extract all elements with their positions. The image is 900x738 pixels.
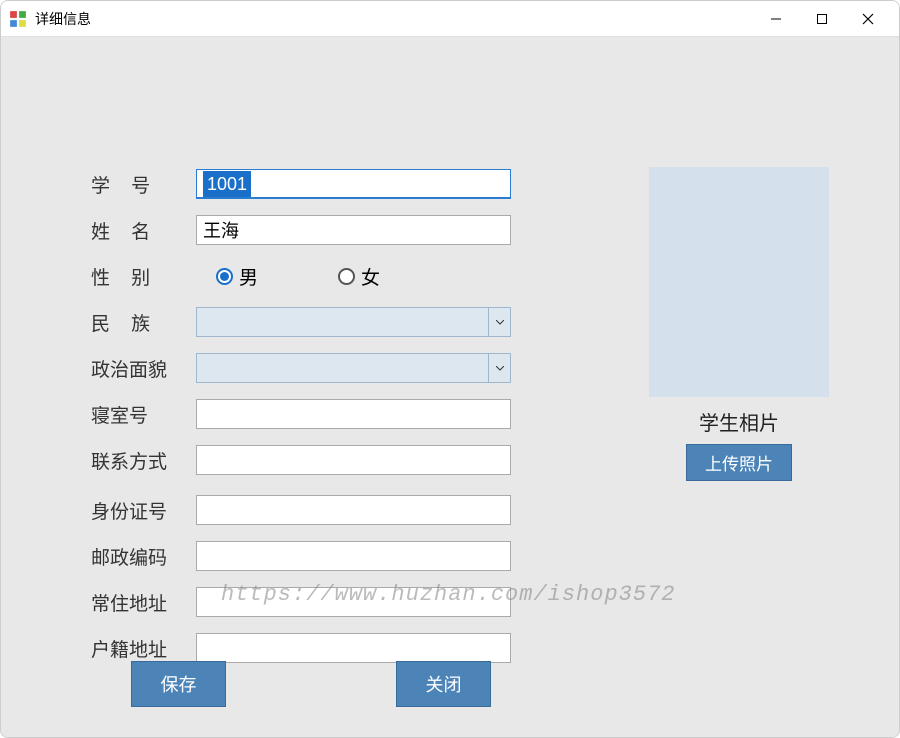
student-id-input[interactable]: 1001 [196,169,511,199]
row-contact: 联系方式 [91,443,511,477]
row-id-card: 身份证号 [91,493,511,527]
row-student-id: 学 号 1001 [91,167,511,201]
gender-male-radio[interactable]: 男 [216,263,258,290]
window-controls [753,3,891,35]
chevron-down-icon [488,308,510,336]
close-button[interactable]: 关闭 [396,661,491,707]
political-select[interactable] [196,353,511,383]
label-address: 常住地址 [91,589,196,616]
label-household: 户籍地址 [91,635,196,662]
photo-placeholder [649,167,829,397]
label-student-id: 学 号 [91,171,196,198]
form-container: 学 号 1001 姓 名 性 别 男 [91,167,511,677]
save-button[interactable]: 保存 [131,661,226,707]
label-postal: 邮政编码 [91,543,196,570]
photo-panel: 学生相片 上传照片 [649,167,829,481]
label-gender: 性 别 [91,263,196,290]
row-political: 政治面貌 [91,351,511,385]
label-dorm: 寝室号 [91,401,196,428]
window-frame: 详细信息 学 号 1001 姓 名 [0,0,900,738]
photo-label: 学生相片 [699,407,779,436]
client-area: 学 号 1001 姓 名 性 别 男 [1,37,899,737]
window-title: 详细信息 [35,9,753,29]
row-name: 姓 名 [91,213,511,247]
maximize-icon [816,13,828,25]
row-household: 户籍地址 [91,631,511,665]
titlebar: 详细信息 [1,1,899,37]
name-input[interactable] [196,215,511,245]
contact-input[interactable] [196,445,511,475]
row-dorm: 寝室号 [91,397,511,431]
close-window-button[interactable] [845,3,891,35]
label-id-card: 身份证号 [91,497,196,524]
app-icon [9,10,27,28]
minimize-icon [770,13,782,25]
row-gender: 性 别 男 女 [91,259,511,293]
label-contact: 联系方式 [91,447,196,474]
dorm-input[interactable] [196,399,511,429]
upload-photo-button[interactable]: 上传照片 [686,444,792,481]
close-icon [862,13,874,25]
chevron-down-icon [488,354,510,382]
student-id-value: 1001 [203,171,251,197]
row-ethnicity: 民 族 [91,305,511,339]
label-ethnicity: 民 族 [91,309,196,336]
id-card-input[interactable] [196,495,511,525]
postal-input[interactable] [196,541,511,571]
ethnicity-select[interactable] [196,307,511,337]
minimize-button[interactable] [753,3,799,35]
address-input[interactable] [196,587,511,617]
gender-radio-group: 男 女 [196,263,511,290]
bottom-buttons: 保存 关闭 [131,661,491,707]
label-name: 姓 名 [91,217,196,244]
label-political: 政治面貌 [91,355,196,382]
row-postal: 邮政编码 [91,539,511,573]
radio-checked-icon [216,268,233,285]
maximize-button[interactable] [799,3,845,35]
gender-female-radio[interactable]: 女 [338,263,380,290]
radio-unchecked-icon [338,268,355,285]
row-address: 常住地址 [91,585,511,619]
gender-male-label: 男 [239,263,258,290]
gender-female-label: 女 [361,263,380,290]
household-input[interactable] [196,633,511,663]
